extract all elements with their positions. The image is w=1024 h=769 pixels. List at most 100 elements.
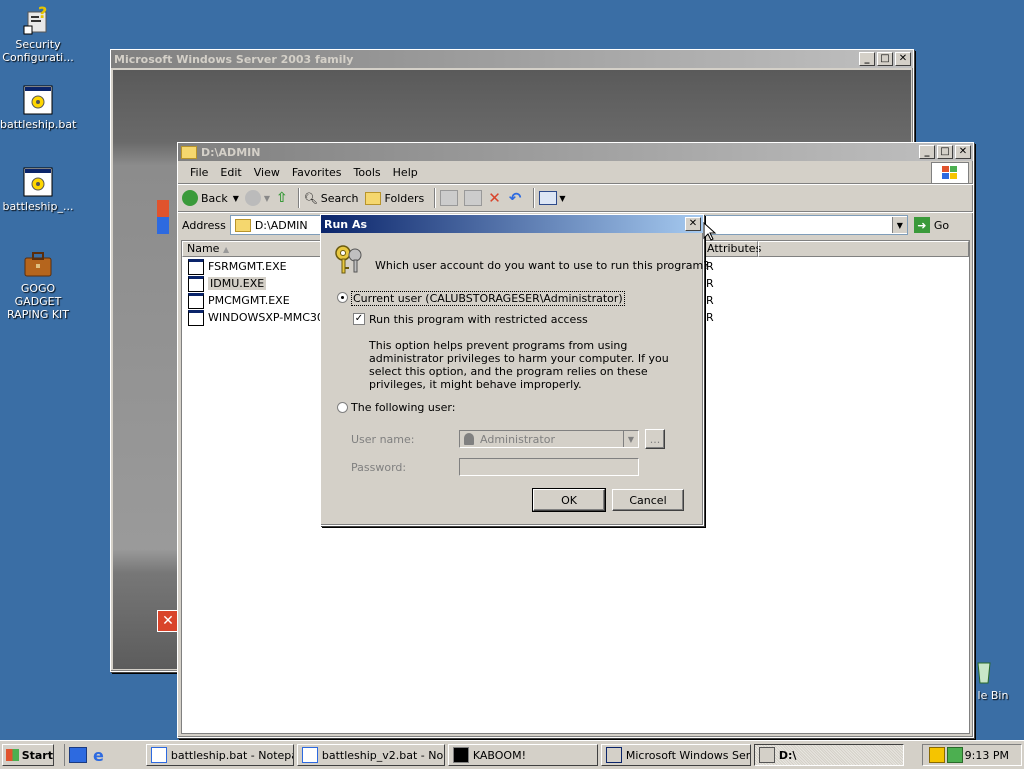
desktop-icon-battleship-v2[interactable]: battleship_... bbox=[0, 166, 76, 213]
ok-label: OK bbox=[561, 493, 577, 507]
forward-arrow-icon bbox=[244, 190, 261, 206]
toolbar-separator bbox=[297, 188, 300, 208]
mouse-cursor bbox=[703, 221, 717, 245]
clock[interactable]: 9:13 PM bbox=[965, 749, 1009, 762]
address-dropdown[interactable]: ▼ bbox=[891, 217, 907, 233]
system-tray: 9:13 PM bbox=[922, 744, 1022, 766]
back-arrow-icon bbox=[182, 190, 198, 206]
views-icon[interactable] bbox=[539, 191, 558, 205]
current-user-label[interactable]: Current user (CALUBSTORAGESER\Administra… bbox=[351, 291, 625, 306]
menu-tools[interactable]: Tools bbox=[354, 166, 381, 179]
chevron-down-icon[interactable]: ▼ bbox=[559, 194, 565, 203]
user-name-dropdown[interactable]: Administrator ▼ bbox=[459, 430, 639, 448]
file-attr: R bbox=[706, 311, 714, 324]
file-attr: R bbox=[706, 277, 714, 290]
go-label: Go bbox=[933, 218, 950, 232]
taskbar: Start e battleship.bat - Notepad battles… bbox=[0, 740, 1024, 769]
menu-view[interactable]: View bbox=[254, 166, 280, 179]
runas-question: Which user account do you want to use to… bbox=[375, 259, 710, 272]
desktop-icon-gogo-gadget[interactable]: GOGO GADGET RAPING KIT bbox=[0, 248, 76, 321]
desktop-icon-battleship-bat[interactable]: battleship.bat bbox=[0, 84, 76, 131]
forward-button[interactable]: ▼ bbox=[244, 190, 270, 206]
task-label: D:\ bbox=[778, 748, 797, 762]
runas-dialog[interactable]: Run As ✕ Which user account do you want … bbox=[320, 214, 709, 526]
task-windows-server[interactable]: Microsoft Windows Ser... bbox=[600, 744, 751, 766]
exe-file-icon bbox=[188, 309, 204, 326]
up-folder-button[interactable]: ⇧ bbox=[276, 190, 288, 206]
desktop-icon-security-configuration[interactable]: ? Security Configurati... bbox=[0, 3, 76, 64]
maximize-button[interactable]: □ bbox=[937, 145, 953, 159]
chevron-down-icon[interactable]: ▼ bbox=[233, 194, 239, 203]
network-icon[interactable] bbox=[947, 747, 963, 763]
exe-file-icon bbox=[188, 258, 204, 275]
file-name: FSRMGMT.EXE bbox=[208, 260, 287, 273]
desktop-icon-label: battleship_... bbox=[2, 200, 74, 213]
start-label: Start bbox=[21, 748, 53, 762]
current-user-radio[interactable] bbox=[337, 292, 348, 303]
following-user-label[interactable]: The following user: bbox=[351, 401, 455, 414]
address-label: Address bbox=[182, 218, 226, 232]
back-label: Back bbox=[201, 191, 228, 205]
column-name[interactable]: Name ▲ bbox=[182, 241, 322, 257]
folder-icon bbox=[234, 218, 251, 232]
browse-label: ... bbox=[649, 432, 661, 446]
copy-to-icon[interactable] bbox=[464, 190, 483, 206]
undo-icon[interactable]: ↶ bbox=[509, 189, 522, 207]
password-field[interactable] bbox=[459, 458, 639, 476]
close-button[interactable]: ✕ bbox=[685, 217, 701, 231]
restricted-checkbox[interactable]: ✓ bbox=[353, 313, 365, 325]
notepad-icon bbox=[150, 747, 167, 763]
runas-title: Run As bbox=[324, 217, 368, 231]
desktop-icon-label: battleship.bat bbox=[0, 118, 77, 131]
keys-icon bbox=[333, 243, 367, 277]
runas-titlebar[interactable]: Run As ✕ bbox=[321, 215, 703, 233]
user-name-label: User name: bbox=[351, 433, 415, 446]
menu-favorites[interactable]: Favorites bbox=[292, 166, 342, 179]
restricted-info: This option helps prevent programs from … bbox=[369, 339, 669, 391]
password-label: Password: bbox=[351, 461, 407, 474]
runas-body: Which user account do you want to use to… bbox=[321, 233, 709, 523]
task-kaboom[interactable]: KABOOM! bbox=[447, 744, 598, 766]
drive-icon bbox=[758, 747, 775, 763]
chevron-down-icon[interactable]: ▼ bbox=[264, 194, 270, 203]
task-notepad-battleship[interactable]: battleship.bat - Notepad bbox=[145, 744, 294, 766]
internet-explorer-icon[interactable]: e bbox=[93, 746, 104, 765]
close-button[interactable]: ✕ bbox=[955, 145, 971, 159]
task-d-drive[interactable]: D:\ bbox=[753, 744, 904, 766]
tray-icon[interactable] bbox=[929, 747, 945, 763]
menu-file[interactable]: File bbox=[190, 166, 208, 179]
start-button[interactable]: Start bbox=[2, 744, 54, 766]
following-user-radio[interactable] bbox=[337, 402, 348, 413]
search-button[interactable]: 🔍︎ Search bbox=[304, 192, 359, 205]
restricted-label[interactable]: Run this program with restricted access bbox=[369, 313, 588, 326]
bg-window-titlebar[interactable]: Microsoft Windows Server 2003 family _ □… bbox=[111, 50, 913, 68]
browse-users-button[interactable]: ... bbox=[645, 429, 665, 449]
cancel-button[interactable]: Cancel bbox=[612, 489, 684, 511]
bg-window-title: Microsoft Windows Server 2003 family bbox=[114, 52, 354, 66]
delete-icon[interactable]: ✕ bbox=[488, 189, 501, 207]
menu-help[interactable]: Help bbox=[393, 166, 418, 179]
ok-button[interactable]: OK bbox=[532, 488, 606, 512]
search-icon: 🔍︎ bbox=[303, 191, 318, 205]
menu-bar: File Edit View Favorites Tools Help bbox=[178, 161, 973, 184]
minimize-button[interactable]: _ bbox=[919, 145, 935, 159]
show-desktop-icon[interactable] bbox=[69, 747, 87, 763]
error-x-icon[interactable]: ✕ bbox=[157, 610, 179, 632]
maximize-button[interactable]: □ bbox=[877, 52, 893, 66]
task-notepad-battleship-v2[interactable]: battleship_v2.bat - No... bbox=[296, 744, 445, 766]
task-label: KABOOM! bbox=[472, 748, 526, 762]
menu-edit[interactable]: Edit bbox=[220, 166, 241, 179]
file-name: PMCMGMT.EXE bbox=[208, 294, 290, 307]
back-button[interactable]: Back ▼ bbox=[182, 190, 239, 206]
search-label: Search bbox=[320, 191, 359, 205]
go-button[interactable]: ➜ Go bbox=[913, 217, 950, 233]
desktop-icon-label: le Bin bbox=[977, 689, 1009, 702]
move-to-icon[interactable] bbox=[440, 190, 459, 206]
explorer-titlebar[interactable]: D:\ADMIN _ □ ✕ bbox=[178, 143, 973, 161]
chevron-down-icon[interactable]: ▼ bbox=[623, 431, 638, 447]
close-button[interactable]: ✕ bbox=[895, 52, 911, 66]
folders-button[interactable]: Folders bbox=[364, 191, 424, 205]
explorer-title: D:\ADMIN bbox=[201, 145, 261, 159]
windows-flag-icon bbox=[157, 200, 169, 234]
minimize-button[interactable]: _ bbox=[859, 52, 875, 66]
